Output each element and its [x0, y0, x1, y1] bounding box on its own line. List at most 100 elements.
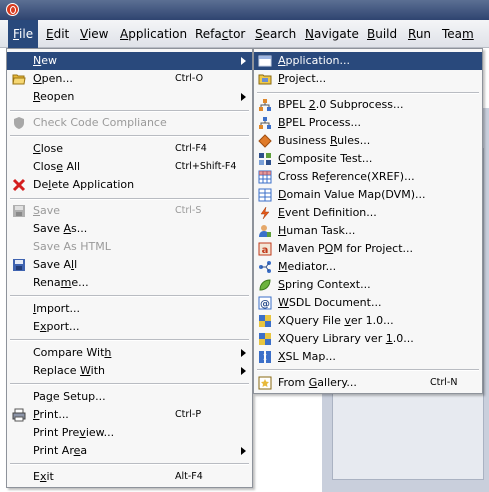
file-menu: New Open... Ctrl-O Reopen Check Code Com…: [6, 48, 253, 488]
file-close-shortcut: Ctrl-F4: [175, 143, 207, 154]
new-xquery-library-label: XQuery Library ver 1.0...: [278, 332, 414, 345]
file-page-setup[interactable]: Page Setup...: [7, 388, 252, 406]
file-print-preview[interactable]: Print Preview...: [7, 424, 252, 442]
new-domain-value-map[interactable]: Domain Value Map(DVM)...: [254, 186, 482, 204]
menu-build[interactable]: Build: [362, 20, 402, 48]
submenu-arrow-icon: [241, 447, 246, 455]
file-close[interactable]: Close Ctrl-F4: [7, 140, 252, 158]
new-bpel-process-label: BPEL Process...: [278, 116, 361, 129]
file-save[interactable]: Save Ctrl-S: [7, 202, 252, 220]
xquery-icon: [259, 315, 271, 327]
menu-refactor[interactable]: Refactor: [190, 20, 250, 48]
new-human-task[interactable]: Human Task...: [254, 222, 482, 240]
file-save-as-html-label: Save As HTML: [33, 240, 111, 253]
new-xsl-map[interactable]: XSL Map...: [254, 348, 482, 366]
new-from-gallery[interactable]: From Gallery... Ctrl-N: [254, 374, 482, 392]
bpel-process-icon: [259, 117, 271, 129]
file-print-preview-label: Print Preview...: [33, 426, 115, 439]
composite-test-icon: [259, 153, 271, 165]
menu-edit[interactable]: Edit: [41, 20, 74, 48]
file-delete-application-label: Delete Application: [33, 178, 135, 191]
maven-icon: a: [258, 242, 272, 256]
file-reopen[interactable]: Reopen: [7, 88, 252, 106]
file-close-all[interactable]: Close All Ctrl+Shift-F4: [7, 158, 252, 176]
file-save-as-html[interactable]: Save As HTML: [7, 238, 252, 256]
file-replace-with-label: Replace With: [33, 364, 105, 377]
file-exit[interactable]: Exit Alt-F4: [7, 468, 252, 486]
new-wsdl-document[interactable]: @ WSDL Document...: [254, 294, 482, 312]
file-open-shortcut: Ctrl-O: [175, 73, 204, 84]
svg-text:@: @: [260, 299, 270, 310]
new-from-gallery-label: From Gallery...: [278, 376, 357, 389]
new-mediator[interactable]: Mediator...: [254, 258, 482, 276]
new-spring-context-label: Spring Context...: [278, 278, 371, 291]
file-save-shortcut: Ctrl-S: [175, 205, 202, 216]
new-mediator-label: Mediator...: [278, 260, 337, 273]
new-spring-context[interactable]: Spring Context...: [254, 276, 482, 294]
file-check-code-compliance[interactable]: Check Code Compliance: [7, 114, 252, 132]
file-export-label: Export...: [33, 320, 80, 333]
menu-file[interactable]: File: [8, 20, 39, 48]
file-save-all-label: Save All: [33, 258, 78, 271]
file-import[interactable]: Import...: [7, 300, 252, 318]
xquery-library-icon: [259, 333, 271, 345]
new-bpel-subprocess-label: BPEL 2.0 Subprocess...: [278, 98, 404, 111]
new-maven-pom-label: Maven POM for Project...: [278, 242, 414, 255]
menu-team[interactable]: Team: [437, 20, 479, 48]
new-event-definition[interactable]: Event Definition...: [254, 204, 482, 222]
domain-value-map-icon: [258, 188, 272, 202]
file-print-area[interactable]: Print Area: [7, 442, 252, 460]
new-domain-value-map-label: Domain Value Map(DVM)...: [278, 188, 426, 201]
menu-view[interactable]: View: [75, 20, 113, 48]
file-delete-application[interactable]: Delete Application: [7, 176, 252, 194]
new-bpel-process[interactable]: BPEL Process...: [254, 114, 482, 132]
new-submenu: Application... Project... BPEL 2.0 Subpr…: [253, 48, 483, 394]
file-print[interactable]: Print... Ctrl-P: [7, 406, 252, 424]
file-print-label: Print...: [33, 408, 69, 421]
human-task-icon: [259, 225, 271, 237]
new-business-rules[interactable]: Business Rules...: [254, 132, 482, 150]
file-rename-label: Rename...: [33, 276, 89, 289]
svg-text:a: a: [262, 245, 269, 256]
menu-run[interactable]: Run: [403, 20, 436, 48]
new-xquery-library[interactable]: XQuery Library ver 1.0...: [254, 330, 482, 348]
file-import-label: Import...: [33, 302, 81, 315]
file-open-label: Open...: [33, 72, 73, 85]
file-new[interactable]: New: [7, 52, 252, 70]
file-page-setup-label: Page Setup...: [33, 390, 106, 403]
new-application[interactable]: Application...: [254, 52, 482, 70]
file-compare-with[interactable]: Compare With: [7, 344, 252, 362]
spring-leaf-icon: [259, 279, 271, 291]
file-replace-with[interactable]: Replace With: [7, 362, 252, 380]
menu-navigate[interactable]: Navigate: [300, 20, 364, 48]
menu-separator: [10, 383, 249, 385]
project-folder-icon: [258, 74, 272, 85]
menu-search[interactable]: Search: [250, 20, 301, 48]
new-bpel-subprocess[interactable]: BPEL 2.0 Subprocess...: [254, 96, 482, 114]
file-new-label: New: [33, 54, 57, 67]
file-close-all-label: Close All: [33, 160, 81, 173]
new-project[interactable]: Project...: [254, 70, 482, 88]
new-xquery-file[interactable]: XQuery File ver 1.0...: [254, 312, 482, 330]
file-print-area-label: Print Area: [33, 444, 88, 457]
file-check-code-label: Check Code Compliance: [33, 116, 167, 129]
file-export[interactable]: Export...: [7, 318, 252, 336]
new-xquery-file-label: XQuery File ver 1.0...: [278, 314, 394, 327]
menu-separator: [257, 92, 479, 94]
new-cross-reference[interactable]: Cross Reference(XREF)...: [254, 168, 482, 186]
save-all-icon: [13, 259, 25, 271]
submenu-arrow-icon: [241, 367, 246, 375]
menu-application[interactable]: Application: [115, 20, 192, 48]
menu-separator: [10, 463, 249, 465]
file-save-as[interactable]: Save As...: [7, 220, 252, 238]
submenu-arrow-icon: [241, 93, 246, 101]
file-open[interactable]: Open... Ctrl-O: [7, 70, 252, 88]
oracle-logo-icon: [6, 3, 19, 16]
new-composite-test[interactable]: Composite Test...: [254, 150, 482, 168]
new-maven-pom[interactable]: a Maven POM for Project...: [254, 240, 482, 258]
new-application-label: Application...: [278, 54, 350, 67]
folder-open-icon: [12, 74, 26, 85]
menu-separator: [10, 295, 249, 297]
file-save-all[interactable]: Save All: [7, 256, 252, 274]
file-rename[interactable]: Rename...: [7, 274, 252, 292]
